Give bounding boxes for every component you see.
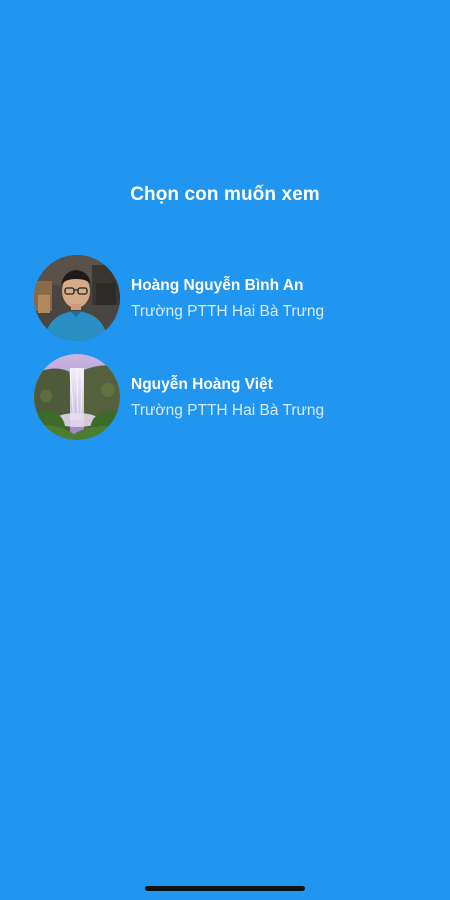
- child-school: Trường PTTH Hai Bà Trưng: [131, 402, 325, 419]
- child-list: Hoàng Nguyễn Bình An Trường PTTH Hai Bà …: [0, 255, 450, 453]
- home-indicator[interactable]: [145, 886, 305, 891]
- child-name: Hoàng Nguyễn Bình An: [131, 277, 304, 294]
- page-title: Chọn con muốn xem: [130, 184, 320, 205]
- child-photo-avatar: [34, 255, 120, 341]
- child-item-binh-an[interactable]: Hoàng Nguyễn Bình An Trường PTTH Hai Bà …: [0, 255, 450, 342]
- child-item-viet[interactable]: Nguyễn Hoàng Việt Trường PTTH Hai Bà Trư…: [0, 354, 450, 441]
- child-school: Trường PTTH Hai Bà Trưng: [131, 303, 325, 320]
- child-name: Nguyễn Hoàng Việt: [131, 376, 273, 393]
- waterfall-landscape-avatar: [34, 354, 120, 440]
